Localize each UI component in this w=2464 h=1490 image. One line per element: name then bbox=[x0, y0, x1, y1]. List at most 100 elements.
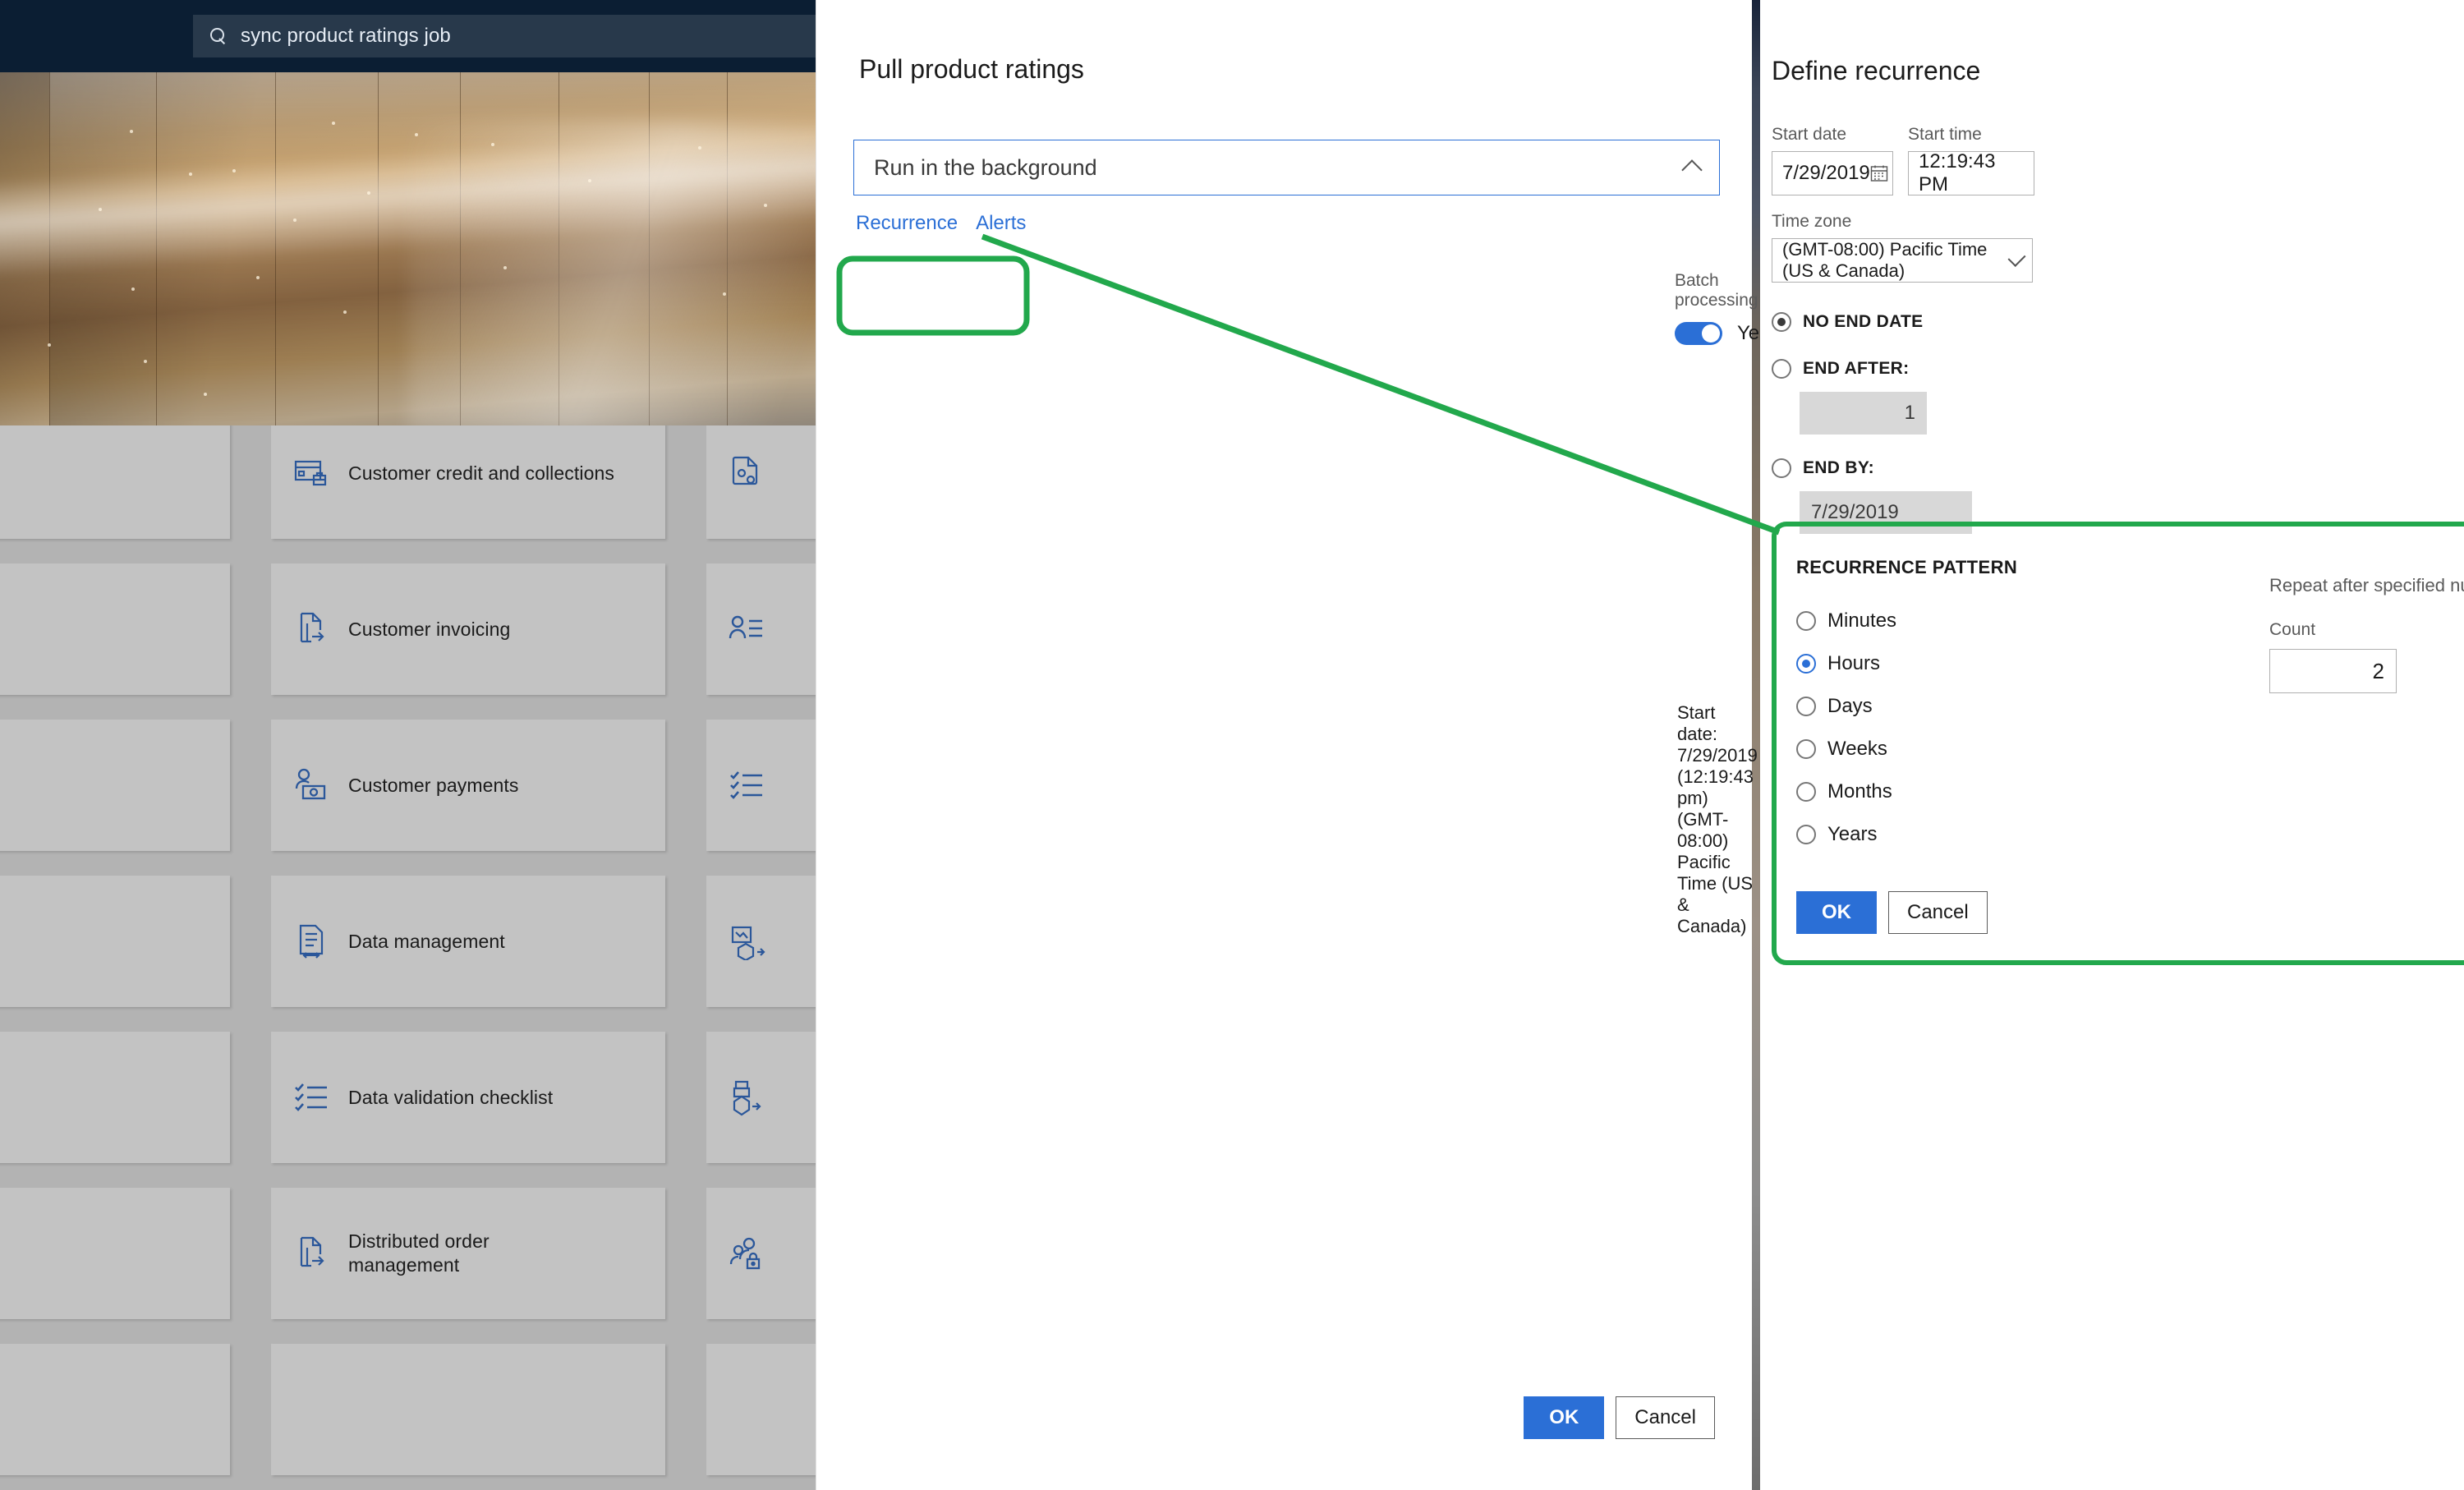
count-label: Count bbox=[2269, 620, 2316, 639]
document-gear-icon bbox=[728, 454, 765, 492]
background-application: sync product ratings job Customer credit… bbox=[0, 0, 816, 1490]
list-item[interactable]: Data management bbox=[271, 876, 665, 1007]
end-after-count-input: 1 bbox=[1800, 392, 1927, 435]
list-item[interactable]: ss processes for l bbox=[0, 1032, 230, 1163]
time-zone-field: Time zone (GMT-08:00) Pacific Time (US &… bbox=[1772, 212, 2033, 283]
list-item[interactable]: verview - all nies bbox=[0, 1188, 230, 1319]
list-item[interactable]: Distributed order management bbox=[271, 1188, 665, 1319]
radio-indicator bbox=[1772, 359, 1791, 379]
tab-alerts[interactable]: Alerts bbox=[976, 212, 1026, 235]
calendar-icon[interactable] bbox=[1870, 164, 1888, 182]
list-item-label: Customer credit and collections bbox=[348, 462, 614, 484]
list-item[interactable]: Data validation checklist bbox=[271, 1032, 665, 1163]
recurrence-pattern-title: RECURRENCE PATTERN bbox=[1796, 557, 2018, 577]
radio-indicator bbox=[1796, 654, 1816, 674]
start-date-input[interactable]: 7/29/2019 bbox=[1772, 151, 1893, 195]
list-item[interactable] bbox=[706, 720, 816, 851]
radio-indicator bbox=[1796, 782, 1816, 802]
radio-months[interactable]: Months bbox=[1796, 780, 1896, 803]
list-item-label: Data management bbox=[348, 930, 505, 952]
radio-no-end-date-label: NO END DATE bbox=[1803, 312, 1924, 331]
radio-hours[interactable]: Hours bbox=[1796, 652, 1896, 675]
radio-end-by-label: END BY: bbox=[1803, 458, 1874, 477]
pattern-cancel-button[interactable]: Cancel bbox=[1888, 891, 1988, 934]
cancel-button[interactable]: Cancel bbox=[1616, 1396, 1715, 1439]
list-item[interactable] bbox=[0, 1344, 230, 1475]
chevron-up-icon bbox=[1681, 159, 1703, 181]
credit-card-icon bbox=[292, 454, 330, 492]
radio-indicator bbox=[1796, 739, 1816, 759]
box-export-icon bbox=[728, 922, 765, 960]
time-zone-select[interactable]: (GMT-08:00) Pacific Time (US & Canada) bbox=[1772, 238, 2033, 283]
search-icon bbox=[209, 27, 228, 45]
recurrence-unit-radio-group: Minutes Hours Days Weeks Months Years bbox=[1796, 609, 1896, 846]
tab-recurrence[interactable]: Recurrence bbox=[856, 212, 958, 235]
radio-weeks[interactable]: Weeks bbox=[1796, 738, 1896, 761]
radio-days-label: Days bbox=[1827, 695, 1873, 717]
list-item[interactable]: Customer credit and collections bbox=[271, 425, 665, 539]
list-item[interactable] bbox=[706, 1344, 816, 1475]
app-top-navigation-bar: sync product ratings job bbox=[0, 0, 816, 72]
package-export-icon bbox=[728, 1078, 765, 1116]
list-item-label: Customer payments bbox=[348, 774, 519, 796]
checklist-icon bbox=[292, 1078, 330, 1116]
start-time-input[interactable]: 12:19:43 PM bbox=[1908, 150, 2034, 195]
list-item-label: Customer invoicing bbox=[348, 618, 511, 640]
list-item-label: Distributed order management bbox=[348, 1230, 490, 1276]
list-item[interactable]: ss processes for n resources bbox=[0, 876, 230, 1007]
start-date-summary: Start date: 7/29/2019 (12:19:43 pm) (GMT… bbox=[1677, 702, 1758, 936]
list-item[interactable] bbox=[706, 1188, 816, 1319]
start-time-field: Start time 12:19:43 PM bbox=[1908, 125, 2034, 195]
time-zone-value: (GMT-08:00) Pacific Time (US & Canada) bbox=[1782, 239, 1988, 281]
run-mode-value: Run in the background bbox=[874, 154, 1097, 180]
repeat-note: Repeat after specified number of hours bbox=[2269, 575, 2464, 596]
count-input[interactable]: 2 bbox=[2269, 649, 2397, 693]
list-item[interactable] bbox=[706, 563, 816, 695]
list-item[interactable] bbox=[271, 1344, 665, 1475]
radio-weeks-label: Weeks bbox=[1827, 738, 1887, 760]
list-item[interactable] bbox=[706, 1032, 816, 1163]
workspace-tile-grid: management Customer credit and collectio… bbox=[0, 425, 816, 1490]
radio-years-label: Years bbox=[1827, 823, 1878, 845]
pattern-ok-button[interactable]: OK bbox=[1796, 891, 1877, 934]
run-mode-expander[interactable]: Run in the background bbox=[853, 140, 1720, 195]
radio-hours-label: Hours bbox=[1827, 652, 1881, 674]
end-after-count-value: 1 bbox=[1904, 402, 1915, 424]
radio-end-by[interactable]: END BY: bbox=[1772, 458, 1874, 478]
count-value: 2 bbox=[2372, 658, 2384, 683]
radio-indicator bbox=[1772, 458, 1791, 478]
end-by-date-input: 7/29/2019 bbox=[1800, 491, 1972, 534]
radio-years[interactable]: Years bbox=[1796, 823, 1896, 846]
list-item[interactable]: Customer payments bbox=[271, 720, 665, 851]
radio-indicator bbox=[1796, 611, 1816, 631]
list-item[interactable]: Customer invoicing bbox=[271, 563, 665, 695]
start-date-value: 7/29/2019 bbox=[1782, 162, 1870, 184]
radio-end-after[interactable]: END AFTER: bbox=[1772, 359, 1909, 379]
define-recurrence-panel: Define recurrence Start date 7/29/2019 S… bbox=[1760, 0, 2464, 1490]
data-transfer-icon bbox=[292, 922, 330, 960]
ok-button[interactable]: OK bbox=[1524, 1396, 1605, 1439]
list-item[interactable] bbox=[706, 876, 816, 1007]
batch-processing-field: Batch processing Yes bbox=[1675, 271, 1769, 345]
radio-days[interactable]: Days bbox=[1796, 695, 1896, 718]
radio-minutes-label: Minutes bbox=[1827, 609, 1897, 632]
invoice-icon bbox=[292, 610, 330, 648]
list-item-label: Data validation checklist bbox=[348, 1086, 554, 1108]
time-zone-label: Time zone bbox=[1772, 212, 1852, 231]
list-item[interactable]: management bbox=[0, 425, 230, 539]
list-item[interactable] bbox=[706, 425, 816, 539]
panel-title: Define recurrence bbox=[1772, 56, 1981, 85]
batch-processing-toggle[interactable] bbox=[1675, 322, 1722, 345]
start-time-value: 12:19:43 PM bbox=[1919, 150, 1996, 195]
list-item[interactable]: ts bbox=[0, 563, 230, 695]
list-item[interactable]: t planning bbox=[0, 720, 230, 851]
person-list-icon bbox=[728, 610, 765, 648]
global-search-input[interactable]: sync product ratings job bbox=[193, 15, 816, 57]
radio-minutes[interactable]: Minutes bbox=[1796, 609, 1896, 632]
radio-no-end-date[interactable]: NO END DATE bbox=[1772, 312, 1923, 332]
start-date-field: Start date 7/29/2019 bbox=[1772, 125, 1893, 195]
global-search-value: sync product ratings job bbox=[241, 25, 451, 47]
radio-months-label: Months bbox=[1827, 780, 1892, 802]
start-time-label: Start time bbox=[1908, 125, 1982, 144]
dialog-footer: OK Cancel bbox=[816, 1396, 1753, 1439]
